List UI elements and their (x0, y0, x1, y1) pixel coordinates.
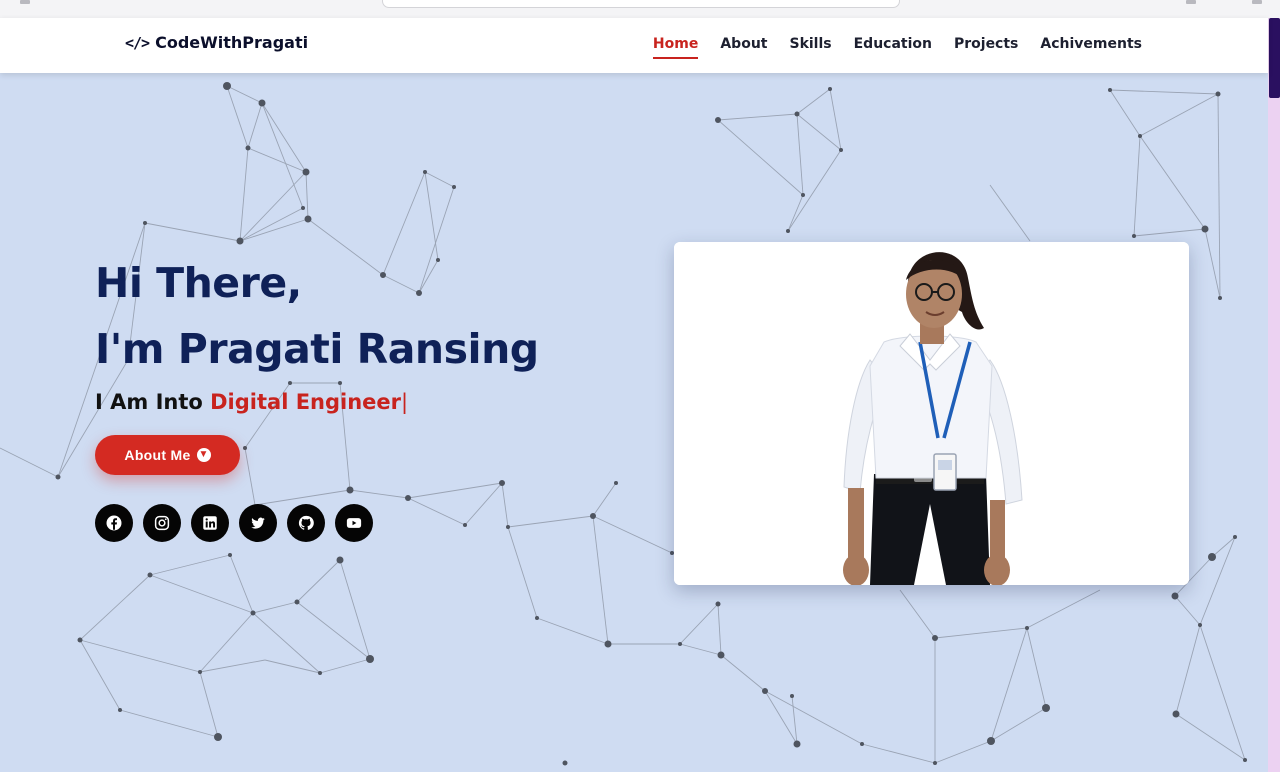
tagline-prefix: I Am Into (95, 390, 203, 414)
profile-photo (674, 242, 1189, 585)
nav-link-education[interactable]: Education (854, 36, 932, 57)
brand-logo[interactable]: </> CodeWithPragati (125, 33, 308, 52)
scrollbar-track[interactable] (1268, 18, 1280, 772)
social-links (95, 504, 373, 542)
nav-link-achivements[interactable]: Achivements (1040, 36, 1142, 57)
hero-tagline: I Am Into Digital Engineer| (95, 390, 539, 414)
linkedin-link[interactable] (191, 504, 229, 542)
nav-link-skills[interactable]: Skills (789, 36, 831, 57)
github-link[interactable] (287, 504, 325, 542)
browser-control[interactable] (1252, 0, 1262, 4)
browser-control[interactable] (20, 0, 30, 4)
about-me-label: About Me (124, 447, 191, 463)
facebook-icon (106, 515, 122, 531)
hero-name: I'm Pragati Ransing (95, 325, 539, 373)
scrollbar-thumb[interactable] (1269, 18, 1280, 98)
nav-link-home[interactable]: Home (652, 36, 699, 59)
code-brackets-icon: </> (125, 33, 150, 52)
youtube-icon (346, 518, 362, 528)
navbar: </> CodeWithPragati Home About Skills Ed… (0, 18, 1268, 73)
address-bar[interactable] (382, 0, 900, 8)
instagram-icon (154, 515, 170, 531)
profile-photo-card (674, 242, 1189, 585)
arrow-down-circle-icon: ▼ (196, 448, 211, 462)
nav-link-about[interactable]: About (720, 36, 767, 57)
hero-greeting: Hi There, (95, 259, 302, 307)
linkedin-icon (203, 516, 217, 530)
typed-role: Digital Engineer (210, 390, 402, 414)
twitter-link[interactable] (239, 504, 277, 542)
typing-cursor: | (401, 390, 409, 414)
instagram-link[interactable] (143, 504, 181, 542)
browser-toolbar (0, 0, 1280, 19)
github-icon (298, 515, 314, 530)
brand-name: CodeWithPragati (155, 33, 309, 52)
youtube-link[interactable] (335, 504, 373, 542)
about-me-button[interactable]: About Me ▼ (95, 435, 240, 475)
nav-link-projects[interactable]: Projects (954, 36, 1018, 57)
browser-control[interactable] (1186, 0, 1196, 4)
nav-menu: Home About Skills Education Projects Ach… (652, 36, 1142, 59)
facebook-link[interactable] (95, 504, 133, 542)
hero-intro: Hi There, I'm Pragati Ransing I Am Into … (95, 250, 539, 414)
twitter-icon (251, 517, 265, 529)
